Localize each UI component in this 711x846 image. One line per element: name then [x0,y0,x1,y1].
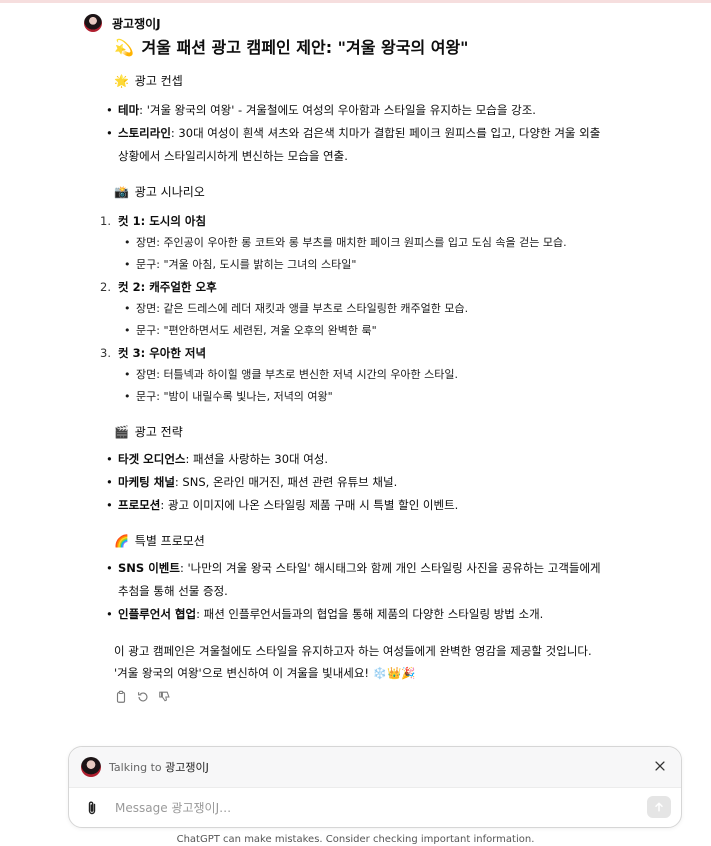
arrow-up-icon [655,802,663,812]
send-button[interactable] [647,796,671,818]
title-text: 겨울 패션 광고 캠페인 제안: "겨울 왕국의 여왕" [141,38,469,57]
item-text: : 패션을 사랑하는 30대 여성. [185,452,329,466]
item-label: SNS 이벤트 [118,561,180,575]
scene-item: 1. 컷 1: 도시의 아침 장면: 주인공이 우아한 롱 코트와 롱 부츠를 … [98,210,604,276]
scene-details: 장면: 주인공이 우아한 롱 코트와 롱 부츠를 매치한 페이크 원피스를 입고… [118,232,604,276]
item-text: : 패션 인플루언서들과의 협업을 통해 제품의 다양한 스타일링 방법 소개. [196,607,544,621]
thumbs-down-icon[interactable] [158,690,172,704]
item-text: : SNS, 온라인 매거진, 패션 관련 유튜브 채널. [174,475,398,489]
closing-line: 이 광고 캠페인은 겨울철에도 스타일을 유지하고자 하는 여성들에게 완벽한 … [114,644,592,658]
closing-paragraph: 이 광고 캠페인은 겨울철에도 스타일을 유지하고자 하는 여성들에게 완벽한 … [114,640,604,684]
scene-title: 컷 1: 도시의 아침 [118,214,207,228]
scene-item: 3. 컷 3: 우아한 저녁 장면: 터틀넥과 하이힐 앵클 부츠로 변신한 저… [98,342,604,408]
promotion-list: SNS 이벤트: '나만의 겨울 왕국 스타일' 해시태그와 함께 개인 스타일… [106,557,604,626]
top-border [0,0,711,3]
section-heading-text: 특별 프로모션 [134,534,205,548]
scene-number: 1. [100,214,111,228]
rainbow-emoji: 🌈 [114,534,129,548]
item-label: 테마 [118,103,140,117]
list-item: 프로모션: 광고 이미지에 나온 스타일링 제품 구매 시 특별 할인 이벤트. [106,494,604,517]
closing-line: '겨울 왕국의 여왕'으로 변신하여 이 겨울을 빛내세요! ❄️👑🎉 [114,666,416,680]
list-item: SNS 이벤트: '나만의 겨울 왕국 스타일' 해시태그와 함께 개인 스타일… [106,557,604,603]
item-text: : '겨울 왕국의 여왕' - 겨울철에도 여성의 우아함과 스타일을 유지하는… [139,103,536,117]
message-title: 💫 겨울 패션 광고 캠페인 제안: "겨울 왕국의 여왕" [114,35,604,61]
item-label: 마케팅 채널 [118,475,175,489]
scene-description: 장면: 같은 드레스에 레더 재킷과 앵클 부츠로 스타일링한 캐주얼한 모습. [118,298,604,320]
avatar [81,757,101,777]
strategy-list: 타겟 오디언스: 패션을 사랑하는 30대 여성. 마케팅 채널: SNS, 온… [106,448,604,517]
message-content: 💫 겨울 패션 광고 캠페인 제안: "겨울 왕국의 여왕" 🌟 광고 컨셉 테… [100,35,604,704]
message-actions [114,690,604,704]
disclaimer-text: ChatGPT can make mistakes. Consider chec… [176,834,535,845]
section-heading-scenario: 📸 광고 시나리오 [114,180,604,204]
scene-details: 장면: 터틀넥과 하이힐 앵클 부츠로 변신한 저녁 시간의 우아한 스타일. … [118,364,604,408]
author-name: 광고쟁이J [112,16,161,31]
item-label: 스토리라인 [118,126,171,140]
scene-copy: 문구: "밤이 내릴수록 빛나는, 저녁의 여왕" [118,386,604,408]
section-heading-text: 광고 시나리오 [134,185,205,199]
copy-icon[interactable] [114,690,128,704]
message-composer: Talking to 광고쟁이J [68,746,682,828]
item-text: : '나만의 겨울 왕국 스타일' 해시태그와 함께 개인 스타일링 사진을 공… [118,561,601,598]
scene-number: 2. [100,280,111,294]
regenerate-icon[interactable] [136,690,150,704]
concept-list: 테마: '겨울 왕국의 여왕' - 겨울철에도 여성의 우아함과 스타일을 유지… [106,99,604,168]
avatar [84,14,102,32]
section-heading-text: 광고 전략 [134,425,183,439]
item-label: 인플루언서 협업 [118,607,197,621]
close-icon[interactable] [653,759,667,773]
scene-copy: 문구: "편안하면서도 세련된, 겨울 오후의 완벽한 룩" [118,320,604,342]
section-heading-strategy: 🎬 광고 전략 [114,420,604,444]
message-author: 광고쟁이J [84,12,604,34]
section-heading-promotion: 🌈 특별 프로모션 [114,529,604,553]
scene-details: 장면: 같은 드레스에 레더 재킷과 앵클 부츠로 스타일링한 캐주얼한 모습.… [118,298,604,342]
camera-emoji: 📸 [114,185,129,199]
paperclip-icon[interactable] [85,800,99,816]
scene-description: 장면: 주인공이 우아한 롱 코트와 롱 부츠를 매치한 페이크 원피스를 입고… [118,232,604,254]
scene-copy: 문구: "겨울 아침, 도시를 밝히는 그녀의 스타일" [118,254,604,276]
list-item: 마케팅 채널: SNS, 온라인 매거진, 패션 관련 유튜브 채널. [106,471,604,494]
list-item: 테마: '겨울 왕국의 여왕' - 겨울철에도 여성의 우아함과 스타일을 유지… [106,99,604,122]
list-item: 타겟 오디언스: 패션을 사랑하는 30대 여성. [106,448,604,471]
sparkle-emoji: 💫 [114,38,134,57]
talking-to-label: Talking to 광고쟁이J [109,759,209,775]
talking-name: 광고쟁이J [165,761,209,774]
scene-description: 장면: 터틀넥과 하이힐 앵클 부츠로 변신한 저녁 시간의 우아한 스타일. [118,364,604,386]
clapperboard-emoji: 🎬 [114,425,129,439]
talking-prefix: Talking to [109,761,162,774]
list-item: 스토리라인: 30대 여성이 흰색 셔츠와 검은색 치마가 결합된 페이크 원피… [106,122,604,168]
item-text: : 광고 이미지에 나온 스타일링 제품 구매 시 특별 할인 이벤트. [160,498,459,512]
scenario-list: 1. 컷 1: 도시의 아침 장면: 주인공이 우아한 롱 코트와 롱 부츠를 … [98,210,604,408]
assistant-message: 광고쟁이J 💫 겨울 패션 광고 캠페인 제안: "겨울 왕국의 여왕" 🌟 광… [84,12,604,704]
item-label: 타겟 오디언스 [118,452,186,466]
star-emoji: 🌟 [114,74,129,88]
scene-number: 3. [100,346,111,360]
scene-title: 컷 3: 우아한 저녁 [118,346,207,360]
scene-item: 2. 컷 2: 캐주얼한 오후 장면: 같은 드레스에 레더 재킷과 앵클 부츠… [98,276,604,342]
section-heading-concept: 🌟 광고 컨셉 [114,69,604,93]
section-heading-text: 광고 컨셉 [134,74,183,88]
composer-input-row [69,788,681,827]
item-text: : 30대 여성이 흰색 셔츠와 검은색 치마가 결합된 페이크 원피스를 입고… [118,126,601,163]
composer-gpt-banner: Talking to 광고쟁이J [69,747,681,788]
list-item: 인플루언서 협업: 패션 인플루언서들과의 협업을 통해 제품의 다양한 스타일… [106,603,604,626]
message-input[interactable] [113,799,597,816]
scene-title: 컷 2: 캐주얼한 오후 [118,280,217,294]
item-label: 프로모션 [118,498,161,512]
